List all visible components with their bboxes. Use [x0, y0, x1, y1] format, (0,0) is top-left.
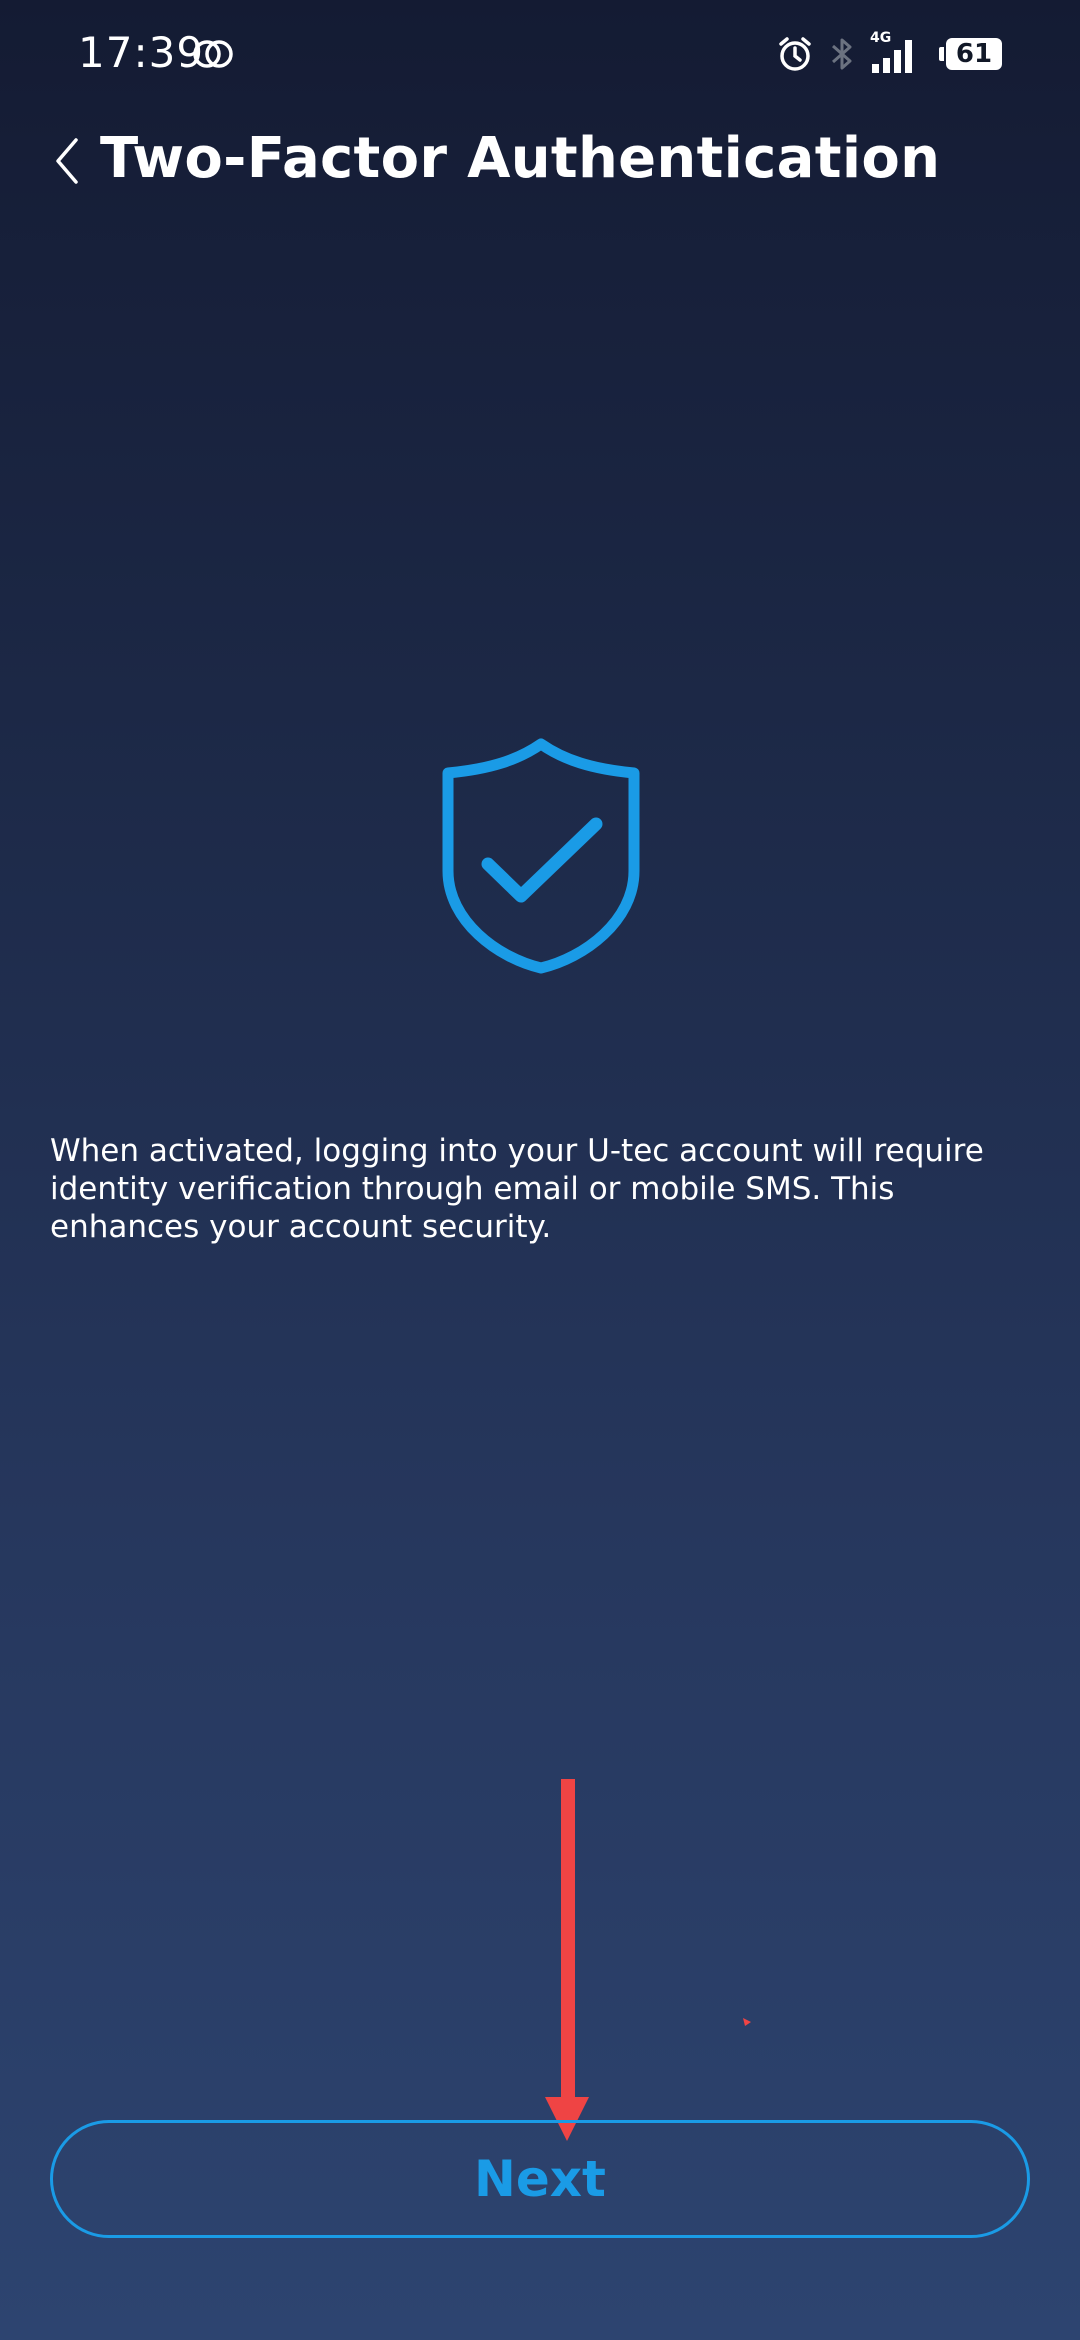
page-title: Two-Factor Authentication [100, 126, 941, 191]
alarm-icon [779, 37, 811, 71]
signal-icon: 4G [870, 30, 922, 74]
next-button[interactable]: Next [50, 2120, 1030, 2238]
app-header: Two-Factor Authentication [0, 118, 1080, 208]
annotation-arrow [545, 1779, 589, 2141]
bluetooth-icon [832, 38, 852, 70]
status-time: 17:39 [78, 28, 205, 77]
battery-icon: 61 [939, 38, 1002, 70]
status-icons: 4G 61 [776, 30, 1002, 76]
back-button[interactable] [40, 128, 94, 194]
chevron-left-icon [56, 138, 78, 184]
shield-check-icon [442, 738, 640, 974]
annotation-mark [743, 2018, 751, 2026]
link-icon [193, 40, 233, 68]
description-text: When activated, logging into your U-tec … [50, 1133, 984, 1245]
status-bar: 17:39 4G 61 [0, 0, 1080, 110]
